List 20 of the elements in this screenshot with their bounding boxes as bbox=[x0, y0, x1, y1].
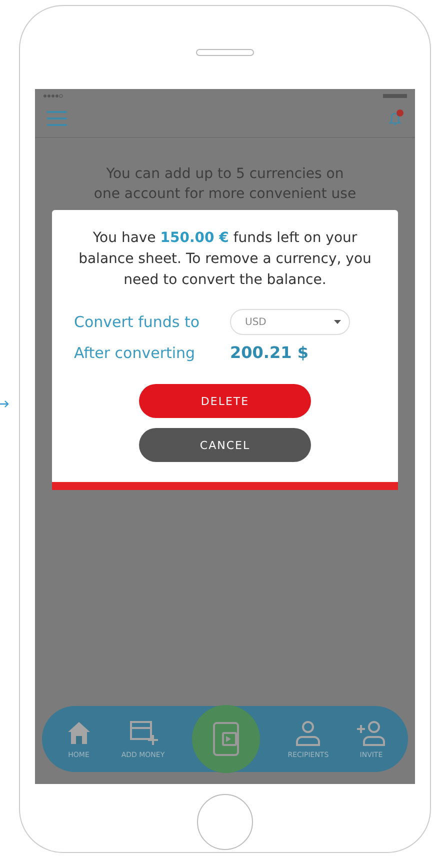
currency-dropdown[interactable]: USD bbox=[230, 309, 350, 335]
wallet-icon bbox=[211, 721, 242, 757]
speaker-slot bbox=[196, 49, 254, 56]
arrow-icon bbox=[0, 400, 10, 408]
menu-icon[interactable] bbox=[47, 110, 67, 126]
after-converting-label: After converting bbox=[74, 344, 196, 362]
info-text: You can add up to 5 currencies on bbox=[105, 165, 345, 184]
signal-icon bbox=[43, 94, 63, 98]
convert-label: Convert funds to bbox=[74, 313, 201, 331]
delete-button[interactable]: DELETE bbox=[139, 384, 311, 418]
info-text: one account for more convenient use bbox=[94, 185, 356, 204]
person-plus-icon bbox=[356, 719, 386, 747]
bell-icon[interactable] bbox=[387, 109, 405, 127]
caret-icon bbox=[334, 320, 341, 324]
home-button[interactable] bbox=[197, 794, 253, 850]
battery-icon bbox=[383, 94, 407, 98]
dialog-message: You have 150.00 € funds left on your balance sheet. To remove a currency, you need to convert the balance. bbox=[78, 229, 372, 290]
card-plus-icon bbox=[128, 719, 158, 747]
cancel-button[interactable]: CANCEL bbox=[139, 428, 311, 462]
converted-amount: 200.21 $ bbox=[230, 343, 308, 362]
